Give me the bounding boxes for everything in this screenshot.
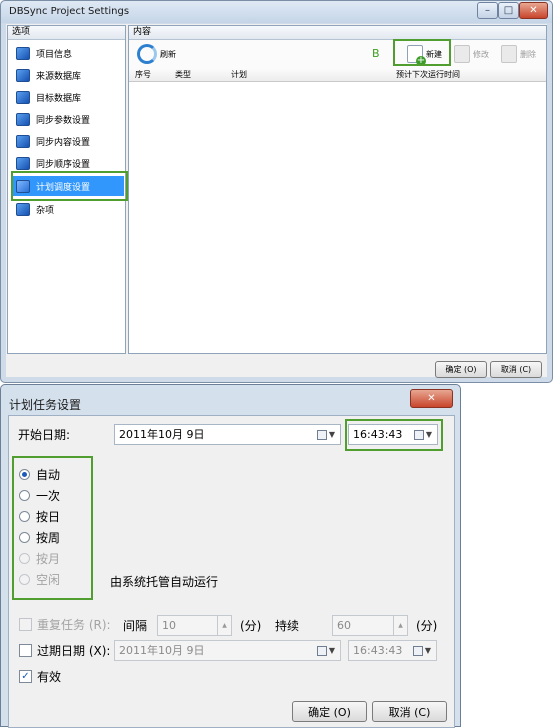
close-button[interactable]: ✕: [519, 2, 548, 19]
duration-spinner[interactable]: ▲▼: [393, 616, 407, 648]
minimize-icon: –: [485, 5, 490, 16]
refresh-icon: [137, 44, 157, 64]
dialog-ok-button[interactable]: 确定 (O): [292, 701, 367, 722]
database-icon: [16, 90, 30, 104]
nav-item-label: 目标数据库: [36, 93, 82, 104]
column-header[interactable]: 预计下次运行时间: [396, 69, 460, 80]
delete-button[interactable]: 删除: [501, 42, 536, 66]
misc-icon: [16, 202, 30, 216]
nav-item-sync-params[interactable]: 同步参数设置: [12, 109, 124, 129]
spin-up-icon: ▲: [398, 622, 403, 629]
project-settings-window: DBSync Project Settings – □ ✕ 选项 项目信息 来源…: [0, 0, 553, 383]
edit-icon: [454, 45, 470, 63]
valid-checkbox[interactable]: ✓ 有效: [19, 667, 61, 685]
nav-item-label: 杂项: [36, 205, 55, 216]
title-bar: DBSync Project Settings – □ ✕: [1, 1, 552, 23]
annotation-box-a: [11, 171, 128, 201]
interval-value: 10: [162, 619, 176, 632]
settings-icon: [16, 134, 30, 148]
maximize-button[interactable]: □: [498, 2, 519, 19]
dialog-title: 计划任务设置: [9, 398, 82, 412]
interval-spinner[interactable]: ▲▼: [217, 616, 231, 648]
nav-item-project-info[interactable]: 项目信息: [12, 43, 124, 63]
nav-item-sync-content[interactable]: 同步内容设置: [12, 131, 124, 151]
nav-item-label: 同步顺序设置: [36, 159, 91, 170]
close-icon: ✕: [529, 5, 538, 16]
expire-date-value: 2011年10月 9日: [119, 644, 205, 657]
checkbox-icon: [19, 617, 32, 631]
cancel-button[interactable]: 取消 (C): [490, 361, 542, 378]
calendar-dropdown[interactable]: ▼: [312, 641, 340, 660]
nav-item-label: 来源数据库: [36, 71, 82, 82]
column-header[interactable]: 计划: [231, 69, 247, 80]
calendar-icon: [412, 645, 423, 656]
auto-run-note: 由系统托管自动运行: [110, 575, 219, 589]
nav-item-label: 同步内容设置: [36, 137, 91, 148]
expire-date-checkbox[interactable]: 过期日期 (X):: [19, 641, 110, 659]
close-icon: ✕: [427, 393, 436, 404]
toolbar: 刷新 新建 修改 删除: [129, 40, 546, 68]
checkmark-icon: ✓: [19, 669, 32, 683]
annotation-box-b: [393, 39, 451, 66]
nav-item-sync-order[interactable]: 同步顺序设置: [12, 153, 124, 173]
duration-label: 持续: [275, 619, 300, 633]
ok-button[interactable]: 确定 (O): [435, 361, 487, 378]
spin-up-icon: ▲: [222, 622, 227, 629]
annotation-label-b: B: [372, 47, 380, 60]
expire-time-value: 16:43:43: [353, 644, 403, 657]
settings-icon: [16, 112, 30, 126]
start-date-value: 2011年10月 9日: [119, 428, 205, 441]
delete-icon: [501, 45, 517, 63]
project-info-icon: [16, 46, 30, 60]
maximize-icon: □: [503, 5, 514, 16]
edit-label: 修改: [473, 49, 489, 59]
duration-value: 60: [337, 619, 351, 632]
minimize-button[interactable]: –: [477, 2, 498, 19]
content-header: 内容: [129, 26, 546, 40]
database-icon: [16, 68, 30, 82]
annotation-box-mode: [12, 456, 93, 600]
nav-item-label: 项目信息: [36, 49, 73, 60]
schedule-grid-header: 序号 类型 计划 预计下次运行时间: [129, 68, 546, 82]
refresh-button[interactable]: 刷新: [137, 42, 176, 66]
expire-date-label: 过期日期 (X):: [37, 643, 111, 658]
nav-item-target-db[interactable]: 目标数据库: [12, 87, 124, 107]
repeat-task-checkbox[interactable]: 重复任务 (R):: [19, 615, 111, 633]
window-title: DBSync Project Settings: [9, 6, 130, 17]
refresh-label: 刷新: [160, 49, 176, 59]
delete-label: 删除: [520, 49, 536, 59]
annotation-box-time: [345, 419, 443, 451]
calendar-icon: [316, 429, 327, 440]
interval-unit: (分): [240, 619, 262, 633]
interval-stepper[interactable]: 10 ▲▼: [157, 615, 232, 648]
duration-stepper[interactable]: 60 ▲▼: [332, 615, 408, 648]
start-date-label: 开始日期:: [18, 428, 71, 442]
column-header[interactable]: 类型: [175, 69, 191, 80]
content-panel: 内容 刷新 新建 修改 删除 序号 类型 计划 预计下次运行时间: [128, 25, 547, 354]
valid-label: 有效: [37, 669, 62, 684]
column-header[interactable]: 序号: [135, 69, 151, 80]
nav-item-label: 同步参数设置: [36, 115, 91, 126]
settings-icon: [16, 156, 30, 170]
edit-button[interactable]: 修改: [454, 42, 489, 66]
interval-label: 间隔: [123, 619, 148, 633]
dialog-cancel-button[interactable]: 取消 (C): [372, 701, 447, 722]
expire-time-picker[interactable]: 16:43:43 ▼: [348, 640, 437, 661]
calendar-dropdown[interactable]: ▼: [312, 425, 340, 444]
calendar-icon: [316, 645, 327, 656]
dialog-close-button[interactable]: ✕: [410, 389, 453, 408]
options-header: 选项: [8, 26, 125, 40]
time-dropdown[interactable]: ▼: [408, 641, 436, 660]
start-date-picker[interactable]: 2011年10月 9日 ▼: [114, 424, 341, 445]
checkbox-icon: [19, 643, 32, 657]
repeat-task-label: 重复任务 (R):: [37, 617, 111, 632]
expire-date-picker[interactable]: 2011年10月 9日 ▼: [114, 640, 341, 661]
nav-item-source-db[interactable]: 来源数据库: [12, 65, 124, 85]
nav-item-misc[interactable]: 杂项: [12, 199, 124, 219]
duration-unit: (分): [416, 619, 438, 633]
